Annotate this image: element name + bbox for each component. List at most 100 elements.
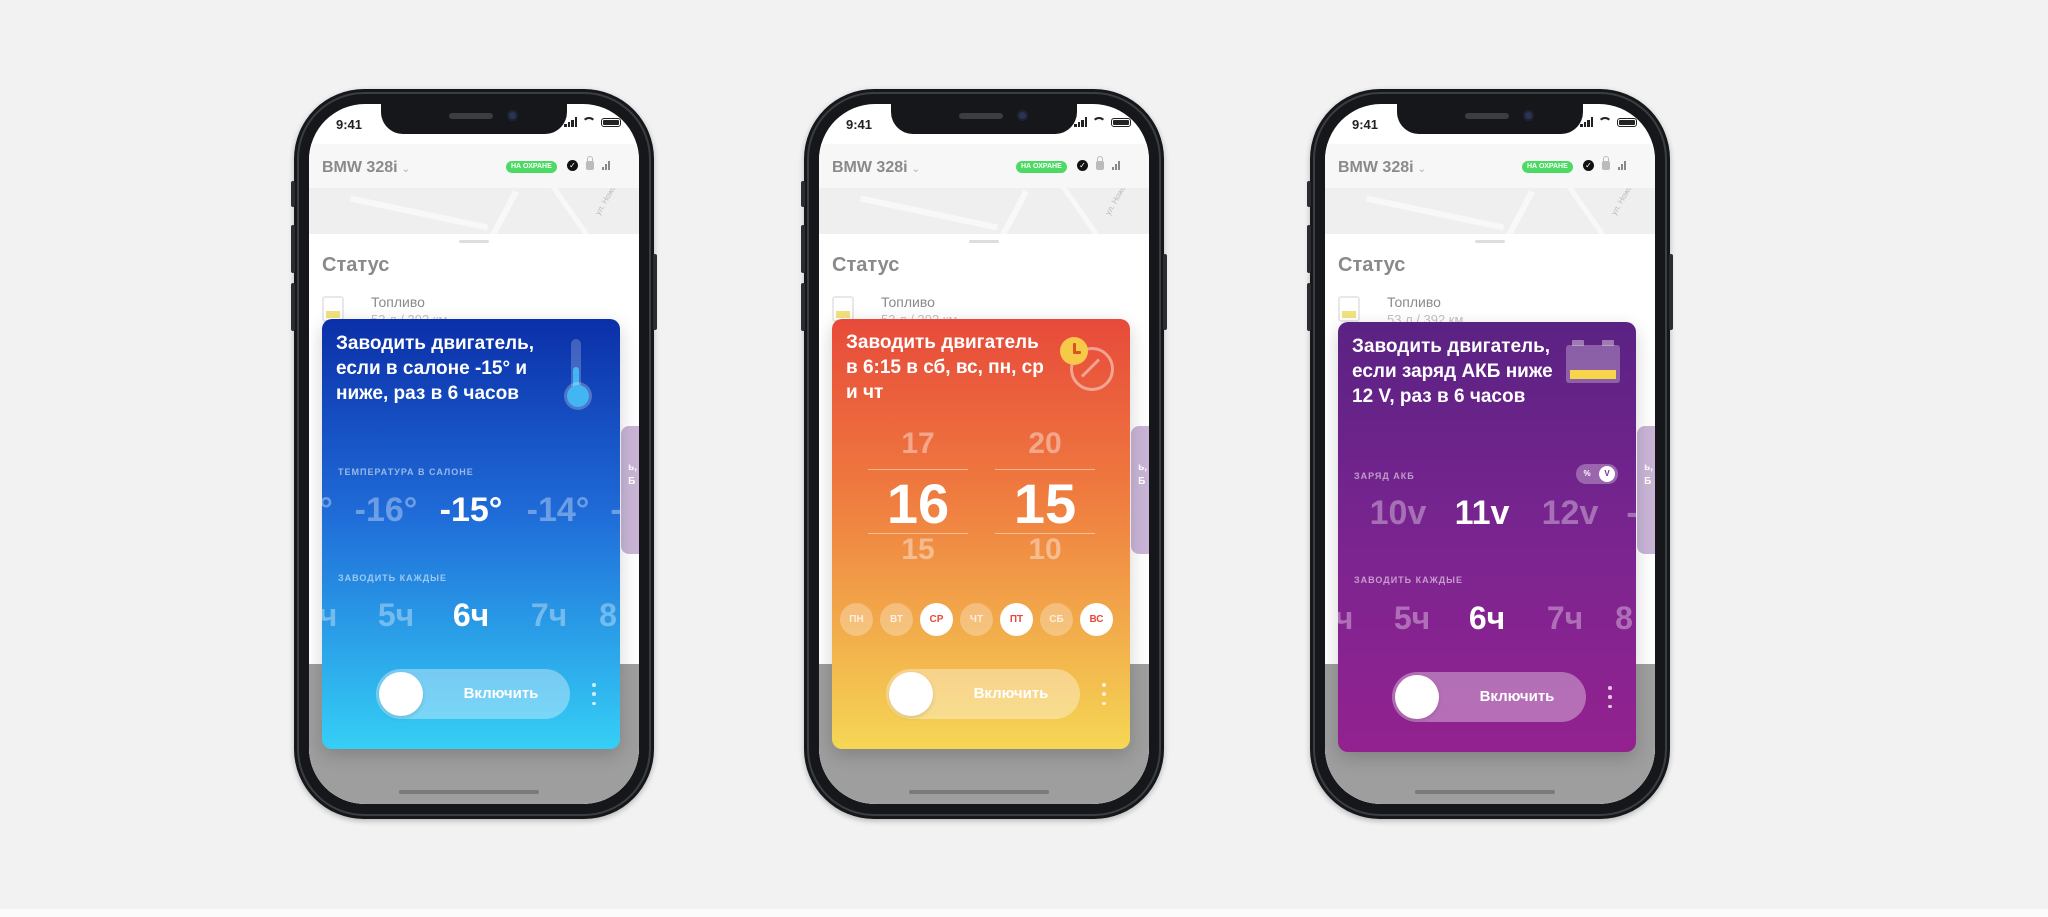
day-toggle-thu[interactable]: ЧТ: [960, 603, 993, 636]
car-selector[interactable]: BMW 328i ⌄: [322, 159, 410, 177]
minute-option[interactable]: 10: [995, 533, 1095, 567]
temp-option-selected[interactable]: -15°: [440, 491, 503, 530]
home-indicator[interactable]: [399, 790, 539, 794]
weekday-selector: ПН ВТ СР ЧТ ПТ СБ ВС: [840, 603, 1130, 636]
toggle-knob[interactable]: [889, 672, 933, 716]
volt-option[interactable]: 12v: [1542, 494, 1599, 533]
day-toggle-sun[interactable]: ВС: [1080, 603, 1113, 636]
volt-option[interactable]: -: [1626, 494, 1636, 533]
temp-option[interactable]: -16°: [355, 491, 418, 530]
interval-option[interactable]: 7ч: [531, 597, 567, 634]
next-card-peek[interactable]: ь, Б: [1131, 426, 1149, 554]
unit-volt[interactable]: V: [1599, 466, 1615, 482]
phone-screen: 9:41 BMW 328i ⌄ НА ОХРАНЕ ✓ ул. Ножова Ст…: [309, 104, 639, 804]
temperature-label: ТЕМПЕРАТУРА В САЛОНЕ: [338, 467, 474, 477]
enable-toggle[interactable]: Включить: [376, 669, 570, 719]
volt-option-selected[interactable]: 11v: [1455, 494, 1510, 533]
temp-option[interactable]: -14°: [527, 491, 590, 530]
minute-picker[interactable]: 20 15 10: [995, 427, 1095, 567]
app-header: BMW 328i ⌄ НА ОХРАНЕ ✓: [1325, 144, 1655, 188]
status-title: Статус: [322, 254, 390, 276]
interval-option[interactable]: 7ч: [1547, 600, 1583, 637]
toggle-label: Включить: [973, 685, 1049, 702]
wifi-icon: [1598, 117, 1612, 127]
hour-option[interactable]: 15: [868, 533, 968, 567]
sheet-grab-handle[interactable]: [1475, 240, 1505, 243]
toggle-label: Включить: [463, 685, 539, 702]
phone-screen: 9:41 BMW 328i ⌄ НА ОХРАНЕ ✓ ул. Ножова Ст…: [819, 104, 1149, 804]
app-header: BMW 328i ⌄ НА ОХРАНЕ ✓: [309, 144, 639, 188]
temp-option[interactable]: -: [610, 491, 620, 530]
map-view[interactable]: ул. Ножова: [309, 188, 639, 234]
temperature-start-card: Заводить двигатель, если в салоне -15° и…: [322, 319, 620, 749]
lock-icon: [586, 156, 594, 170]
interval-option[interactable]: 5ч: [1394, 600, 1430, 637]
day-toggle-wed[interactable]: СР: [920, 603, 953, 636]
volume-down-button: [291, 283, 295, 331]
interval-option-selected[interactable]: 6ч: [453, 597, 489, 634]
next-card-peek[interactable]: ь, Б: [1637, 426, 1655, 554]
home-indicator[interactable]: [1415, 790, 1555, 794]
toggle-knob[interactable]: [1395, 675, 1439, 719]
wifi-icon: [1092, 117, 1106, 127]
interval-option[interactable]: 8: [599, 597, 617, 634]
gsm-signal-icon: [1112, 161, 1120, 170]
map-view[interactable]: ул. Ножова: [1325, 188, 1655, 234]
unit-switch[interactable]: % V: [1576, 464, 1618, 484]
hour-option[interactable]: 17: [868, 427, 968, 461]
enable-toggle[interactable]: Включить: [1392, 672, 1586, 722]
app-header: BMW 328i ⌄ НА ОХРАНЕ ✓: [819, 144, 1149, 188]
interval-option-selected[interactable]: 6ч: [1469, 600, 1505, 637]
volt-option[interactable]: 10v: [1370, 494, 1427, 533]
hour-picker[interactable]: 17 16 15: [868, 427, 968, 567]
mute-switch: [1307, 181, 1311, 207]
interval-option[interactable]: 5ч: [378, 597, 414, 634]
enable-toggle[interactable]: Включить: [886, 669, 1080, 719]
interval-option[interactable]: ч: [322, 597, 337, 634]
hour-option-selected[interactable]: 16: [868, 471, 968, 536]
temp-option[interactable]: °: [322, 491, 333, 530]
toggle-knob[interactable]: [379, 672, 423, 716]
volume-up-button: [1307, 225, 1311, 273]
status-time: 9:41: [336, 117, 363, 132]
interval-picker[interactable]: ч 5ч 6ч 7ч 8: [322, 597, 620, 637]
day-toggle-tue[interactable]: ВТ: [880, 603, 913, 636]
battery-icon: [601, 117, 621, 127]
interval-picker[interactable]: ч 5ч 6ч 7ч 8: [1338, 600, 1636, 640]
sheet-grab-handle[interactable]: [969, 240, 999, 243]
battery-icon: [1617, 117, 1637, 127]
phone-mockup-1: 9:41 BMW 328i ⌄ НА ОХРАНЕ ✓ ул. Ножова Ст…: [291, 89, 657, 819]
interval-option[interactable]: ч: [1338, 600, 1353, 637]
temperature-picker[interactable]: ° -16° -15° -14° -: [322, 491, 620, 531]
clock-timer-icon: [1060, 337, 1116, 393]
more-options-icon[interactable]: [590, 683, 598, 705]
status-title: Статус: [1338, 254, 1406, 276]
power-button: [653, 254, 657, 330]
car-selector[interactable]: BMW 328i ⌄: [832, 159, 920, 177]
car-selector[interactable]: BMW 328i ⌄: [1338, 159, 1426, 177]
interval-option[interactable]: 8: [1615, 600, 1633, 637]
power-button: [1163, 254, 1167, 330]
volume-up-button: [291, 225, 295, 273]
more-options-icon[interactable]: [1100, 683, 1108, 705]
notch: [1397, 104, 1583, 134]
peek-text: ь, Б: [1138, 462, 1147, 487]
voltage-picker[interactable]: 10v 11v 12v -: [1338, 494, 1636, 534]
day-toggle-fri[interactable]: ПТ: [1000, 603, 1033, 636]
day-toggle-sat[interactable]: СБ: [1040, 603, 1073, 636]
car-name: BMW 328i: [1338, 159, 1414, 176]
unit-percent[interactable]: %: [1579, 466, 1595, 482]
map-view[interactable]: ул. Ножова: [819, 188, 1149, 234]
thermometer-icon: [567, 339, 589, 407]
chevron-down-icon: ⌄: [911, 164, 920, 175]
minute-option-selected[interactable]: 15: [995, 471, 1095, 536]
minute-option[interactable]: 20: [995, 427, 1095, 461]
home-indicator[interactable]: [909, 790, 1049, 794]
sheet-grab-handle[interactable]: [459, 240, 489, 243]
map-street-label: ул. Ножова: [1609, 188, 1639, 217]
next-card-peek[interactable]: ь, Б: [621, 426, 639, 554]
map-street-label: ул. Ножова: [593, 188, 623, 217]
day-toggle-mon[interactable]: ПН: [840, 603, 873, 636]
more-options-icon[interactable]: [1606, 686, 1614, 708]
power-button: [1669, 254, 1673, 330]
